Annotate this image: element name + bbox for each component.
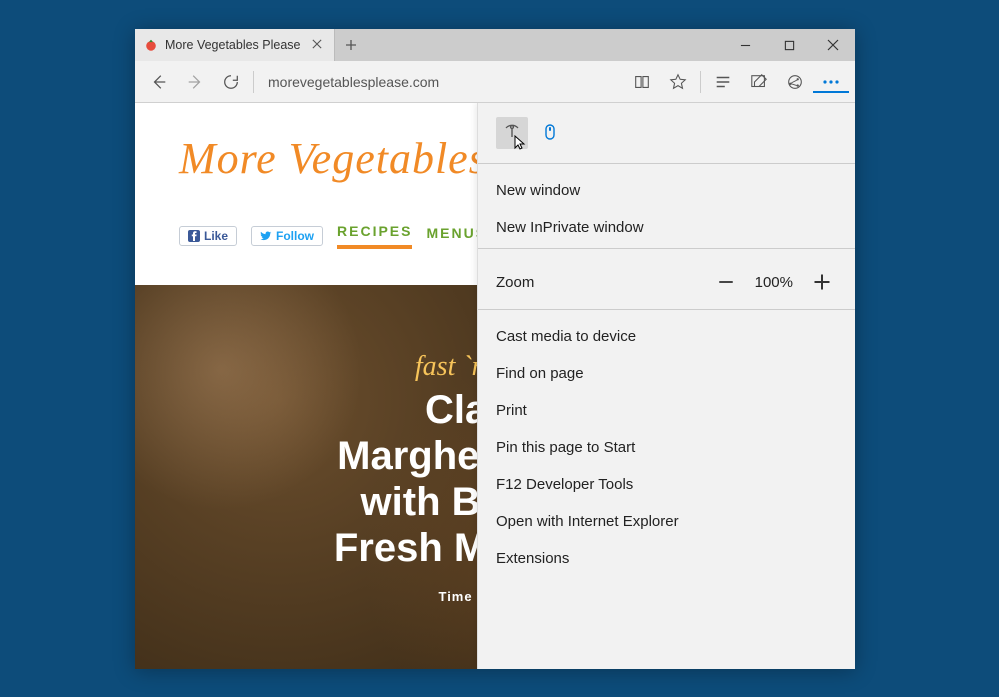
- address-bar[interactable]: morevegetablesplease.com: [258, 68, 624, 96]
- new-tab-button[interactable]: [335, 29, 367, 61]
- mouse-mode-icon[interactable]: [534, 117, 566, 149]
- menu-extensions[interactable]: Extensions: [496, 540, 837, 577]
- separator: [700, 71, 701, 93]
- favorite-button[interactable]: [660, 64, 696, 100]
- hub-button[interactable]: [705, 64, 741, 100]
- separator: [478, 248, 855, 249]
- page-content: More Vegetables Please Like Follow RECIP…: [135, 103, 855, 669]
- share-button[interactable]: [777, 64, 813, 100]
- menu-cast[interactable]: Cast media to device: [496, 318, 837, 355]
- toolbar: morevegetablesplease.com: [135, 61, 855, 103]
- settings-menu: New window New InPrivate window Zoom 100…: [477, 103, 855, 669]
- nav-recipes[interactable]: RECIPES: [337, 223, 412, 249]
- tw-follow-label: Follow: [276, 229, 314, 243]
- fb-like-label: Like: [204, 229, 228, 243]
- menu-open-ie[interactable]: Open with Internet Explorer: [496, 503, 837, 540]
- refresh-button[interactable]: [213, 64, 249, 100]
- more-button-indicator: [813, 91, 849, 93]
- browser-window: More Vegetables Please: [135, 29, 855, 669]
- close-icon[interactable]: [312, 39, 324, 51]
- tab-active[interactable]: More Vegetables Please: [135, 29, 335, 61]
- tomato-icon: [143, 37, 159, 53]
- minimize-button[interactable]: [723, 29, 767, 61]
- menu-devtools[interactable]: F12 Developer Tools: [496, 466, 837, 503]
- reading-view-button[interactable]: [624, 64, 660, 100]
- menu-pin[interactable]: Pin this page to Start: [496, 429, 837, 466]
- zoom-out-button[interactable]: [711, 267, 741, 297]
- more-button[interactable]: [813, 64, 849, 100]
- tab-title: More Vegetables Please: [165, 38, 306, 52]
- maximize-button[interactable]: [767, 29, 811, 61]
- tab-bar: More Vegetables Please: [135, 29, 855, 61]
- touch-mode-icon[interactable]: [496, 117, 528, 149]
- zoom-value: 100%: [755, 274, 793, 291]
- zoom-label: Zoom: [496, 274, 697, 291]
- menu-new-inprivate[interactable]: New InPrivate window: [496, 209, 837, 246]
- menu-zoom: Zoom 100%: [496, 257, 837, 307]
- separator: [478, 163, 855, 164]
- back-button[interactable]: [141, 64, 177, 100]
- web-note-button[interactable]: [741, 64, 777, 100]
- menu-new-window[interactable]: New window: [496, 172, 837, 209]
- url-text: morevegetablesplease.com: [268, 74, 439, 90]
- twitter-follow-button[interactable]: Follow: [251, 226, 323, 246]
- separator: [478, 309, 855, 310]
- menu-mode-icons: [496, 113, 837, 161]
- window-controls: [723, 29, 855, 61]
- forward-button[interactable]: [177, 64, 213, 100]
- close-window-button[interactable]: [811, 29, 855, 61]
- separator: [253, 71, 254, 93]
- menu-find[interactable]: Find on page: [496, 355, 837, 392]
- facebook-like-button[interactable]: Like: [179, 226, 237, 246]
- menu-print[interactable]: Print: [496, 392, 837, 429]
- zoom-in-button[interactable]: [807, 267, 837, 297]
